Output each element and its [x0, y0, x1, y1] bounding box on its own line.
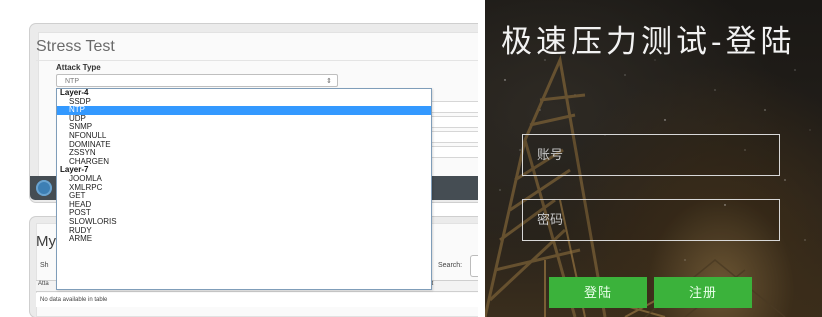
form-field[interactable] [430, 116, 478, 128]
password-input[interactable]: 密码 [522, 199, 780, 241]
form-field[interactable] [430, 131, 478, 143]
start-attack-button[interactable] [36, 180, 52, 196]
dropdown-option-nfonull[interactable]: NFONULL [57, 131, 431, 141]
search-label: Search: [438, 262, 463, 269]
form-field[interactable] [430, 101, 478, 113]
dropdown-option-joomla[interactable]: JOOMLA [57, 174, 431, 184]
dropdown-option-dominate[interactable]: DOMINATE [57, 140, 431, 150]
search-input[interactable] [470, 255, 478, 277]
divider [36, 60, 478, 61]
form-field[interactable] [430, 146, 478, 158]
dropdown-option-snmp[interactable]: SNMP [57, 123, 431, 132]
dropdown-option-zssyn[interactable]: ZSSYN [57, 149, 431, 158]
dropdown-option-rudy[interactable]: RUDY [57, 226, 431, 236]
attack-type-select[interactable]: NTP ⇕ [56, 74, 338, 87]
login-button[interactable]: 登陆 [549, 277, 647, 308]
login-panel: 极速压力测试-登陆 账号 密码 登陆 注册 [485, 0, 822, 317]
dropdown-option-ntp[interactable]: NTP [57, 106, 431, 115]
login-title: 极速压力测试-登陆 [501, 24, 796, 60]
my-attacks-title: My [36, 233, 56, 250]
dropdown-option-ssdp[interactable]: SSDP [57, 97, 431, 107]
attack-type-label: Attack Type [56, 63, 101, 72]
dropdown-option-get[interactable]: GET [57, 192, 431, 201]
dropdown-option-chargen[interactable]: CHARGEN [57, 157, 431, 167]
show-entries-label: Sh [40, 262, 49, 269]
dropdown-option-head[interactable]: HEAD [57, 200, 431, 210]
dropdown-option-udp[interactable]: UDP [57, 114, 431, 124]
dropdown-option-arme[interactable]: ARME [57, 234, 431, 244]
table-header-cell[interactable]: Atta [38, 281, 49, 287]
dropdown-option-xmlrpc[interactable]: XMLRPC [57, 183, 431, 193]
dropdown-group-label: Layer-4 [60, 88, 89, 97]
select-arrows-icon: ⇕ [326, 78, 332, 85]
stress-test-screenshot: Stress Test Attack Type NTP ⇕ My Sh Sear… [0, 0, 478, 317]
dropdown-group-label: Layer-7 [60, 165, 89, 175]
account-input[interactable]: 账号 [522, 134, 780, 176]
register-button[interactable]: 注册 [654, 277, 752, 308]
attack-type-dropdown-list[interactable]: Layer-4 SSDP NTP UDP SNMP NFONULL DOMINATE ZSSY… [56, 88, 432, 290]
empty-table-message: No data available in table [40, 297, 108, 303]
dropdown-option-slowloris[interactable]: SLOWLORIS [57, 217, 431, 227]
select-value: NTP [65, 78, 79, 85]
stress-test-title: Stress Test [36, 38, 115, 55]
